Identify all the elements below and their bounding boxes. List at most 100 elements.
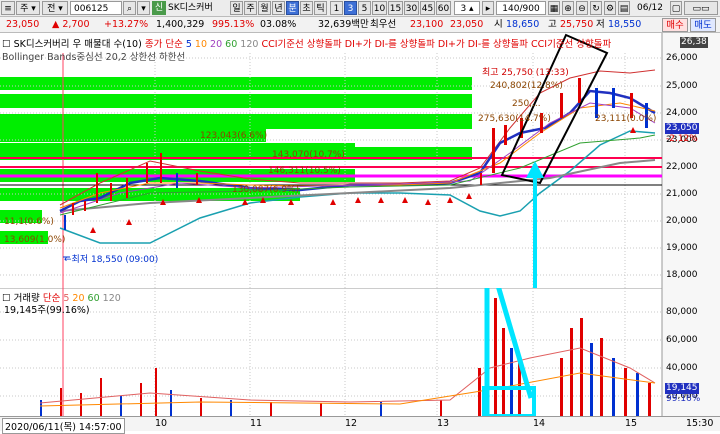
turnover-pct: 03.08%	[260, 19, 297, 30]
vol-y-tick: 40,000	[666, 363, 698, 373]
credit-badge: 신	[152, 1, 166, 15]
current-vol-pct-tag: 99.16%	[666, 394, 701, 404]
period-day-button[interactable]: 일	[230, 1, 243, 15]
x-axis: 2020/06/11(목) 14:57:00 10 11 12 13 14 15…	[0, 416, 720, 434]
toolbar: ≡ 주 ▾ 전 ▾ 006125 ⌕ ▾ 신 SK디스커버 일 주 월 년 분 …	[0, 0, 720, 17]
volume-chart-svg[interactable]	[0, 247, 720, 418]
low-note: ←최저 18,550 (09:00)	[64, 255, 159, 265]
vp-label: 130,087(6.9%)	[232, 185, 300, 195]
sell-button[interactable]: 매도	[690, 18, 716, 32]
interval-value: 3	[460, 4, 467, 14]
cursor-date-label: 2020/06/11(목) 14:57:00	[2, 418, 125, 434]
volume-value-legend: 19,145주(99.16%)	[4, 305, 90, 316]
y-tick: 25,000	[666, 81, 698, 91]
date-label: 06/12	[637, 3, 663, 13]
minute-10-button[interactable]: 10	[372, 1, 387, 15]
page-counter: 140/900	[496, 1, 546, 15]
x-tick: 12	[345, 418, 358, 429]
volume-ma-120: 120	[102, 293, 121, 304]
minute-15-button[interactable]: 15	[388, 1, 403, 15]
refresh-icon[interactable]: ↻	[590, 1, 602, 15]
open-price: 18,650	[506, 19, 540, 30]
legend-ma-60: 60	[225, 39, 238, 50]
zoom-out-icon[interactable]: ⊖	[576, 1, 588, 15]
legend-ma-120: 120	[240, 39, 259, 50]
y-tick: 26,000	[666, 53, 698, 63]
price-legend: ☐ SK디스커버리 우 매물대 수(10) 종가 단순 5 10 20 60 1…	[2, 36, 611, 50]
prev-select[interactable]: 전 ▾	[42, 1, 68, 15]
period-year-button[interactable]: 년	[272, 1, 285, 15]
legend-signals: CCI기준선 상향돌파 DI+가 DI-를 상향돌파 DI+가 DI-를 상향돌…	[261, 39, 612, 50]
stock-code-input[interactable]: 006125	[70, 1, 122, 15]
legend-ma-10: 10	[194, 39, 208, 50]
window-icon[interactable]: ▢	[670, 1, 682, 15]
interval-config-icon[interactable]: ▸	[482, 1, 494, 15]
y-tick: 24,000	[666, 108, 698, 118]
high-label: 고	[548, 19, 557, 30]
period-week-button[interactable]: 주	[244, 1, 257, 15]
vp-label: 23,111(0.0%)	[595, 114, 657, 124]
low-label: 저	[596, 19, 605, 30]
vol-y-tick: 60,000	[666, 335, 698, 345]
x-tick: 14	[533, 418, 546, 429]
change-pct: +13.27%	[104, 19, 149, 30]
y-tick: 19,000	[666, 243, 698, 253]
volume-chart-panel[interactable]: ☐ 거래량 단순 5 20 60 120 19,145주(99.16%) 80,…	[0, 247, 720, 418]
legend-ma-5: 5	[185, 39, 192, 50]
menu-icon[interactable]: ≡	[1, 1, 15, 15]
x-time-label: 15:30	[686, 418, 714, 429]
high-price: 25,750	[560, 19, 594, 30]
vp-label: 146,311(10.5%)	[268, 166, 341, 176]
x-tick: 13	[437, 418, 450, 429]
period-month-button[interactable]: 월	[258, 1, 271, 15]
low-price: 18,550	[608, 19, 642, 30]
volume-value: 1,400,329	[156, 19, 205, 30]
grid-icon[interactable]: ▦	[548, 1, 560, 15]
vp-label: 240,802(12.8%)	[490, 81, 563, 91]
current-price: 23,050	[6, 19, 40, 30]
buy-button[interactable]: 매수	[662, 18, 688, 32]
price-chart-panel[interactable]: ☐ SK디스커버리 우 매물대 수(10) 종가 단순 5 10 20 60 1…	[0, 33, 720, 288]
legend-ma-20: 20	[210, 39, 223, 50]
period-minute-button[interactable]: 분	[286, 1, 299, 15]
vp-label: 13,609(1.0%)	[4, 235, 66, 245]
open-label: 시	[494, 19, 503, 30]
top-right-tag: 26,38	[680, 37, 708, 48]
fullscreen-button[interactable]: ▭▭	[684, 1, 718, 15]
x-tick: 11	[250, 418, 263, 429]
ask-price: 23,050	[450, 19, 484, 30]
minute-3-button[interactable]: 3	[344, 1, 357, 15]
vol-y-tick: 80,000	[666, 307, 698, 317]
interval-spinner[interactable]: 3 ▴	[454, 1, 480, 15]
y-tick: 20,000	[666, 216, 698, 226]
period-tick-button[interactable]: 틱	[314, 1, 327, 15]
settings-icon[interactable]: ⚙	[604, 1, 616, 15]
quote-bar: 23,050 ▲ 2,700 +13.27% 1,400,329 995.13%…	[0, 17, 720, 33]
vp-label: 250,...	[512, 99, 541, 109]
vp-label: 123,043(6.6%)	[200, 131, 268, 141]
volume-ratio: 995.13%	[212, 19, 255, 30]
period-second-button[interactable]: 초	[300, 1, 313, 15]
y-tick: 21,000	[666, 189, 698, 199]
price-chart-svg[interactable]	[0, 33, 720, 288]
current-pct-tag: -2.12%	[666, 134, 698, 144]
calendar-icon[interactable]: ▤	[618, 1, 630, 15]
current-vol-tag: 19,145	[665, 383, 699, 394]
y-tick: 22,000	[666, 162, 698, 172]
zoom-in-icon[interactable]: ⊕	[562, 1, 574, 15]
bid-price: 23,100	[410, 19, 444, 30]
bollinger-legend: Bollinger Bands중심선 20,2 상한선 하한선	[2, 52, 186, 63]
minute-5-button[interactable]: 5	[358, 1, 371, 15]
code-dropdown-icon[interactable]: ▾	[137, 1, 150, 15]
code-search-icon[interactable]: ⌕	[123, 1, 136, 15]
minute-1-button[interactable]: 1	[330, 1, 343, 15]
vp-label: 143,070(10.7%)	[272, 150, 345, 160]
vp-label: 11,1(0.6%)	[4, 217, 54, 227]
trade-amount: 32,639백만	[318, 19, 369, 30]
minute-45-button[interactable]: 45	[420, 1, 435, 15]
minute-60-button[interactable]: 60	[436, 1, 451, 15]
market-select[interactable]: 주 ▾	[16, 1, 40, 15]
high-note: 최고 25,750 (13:33)	[482, 68, 569, 78]
minute-30-button[interactable]: 30	[404, 1, 419, 15]
x-tick: 10	[155, 418, 168, 429]
